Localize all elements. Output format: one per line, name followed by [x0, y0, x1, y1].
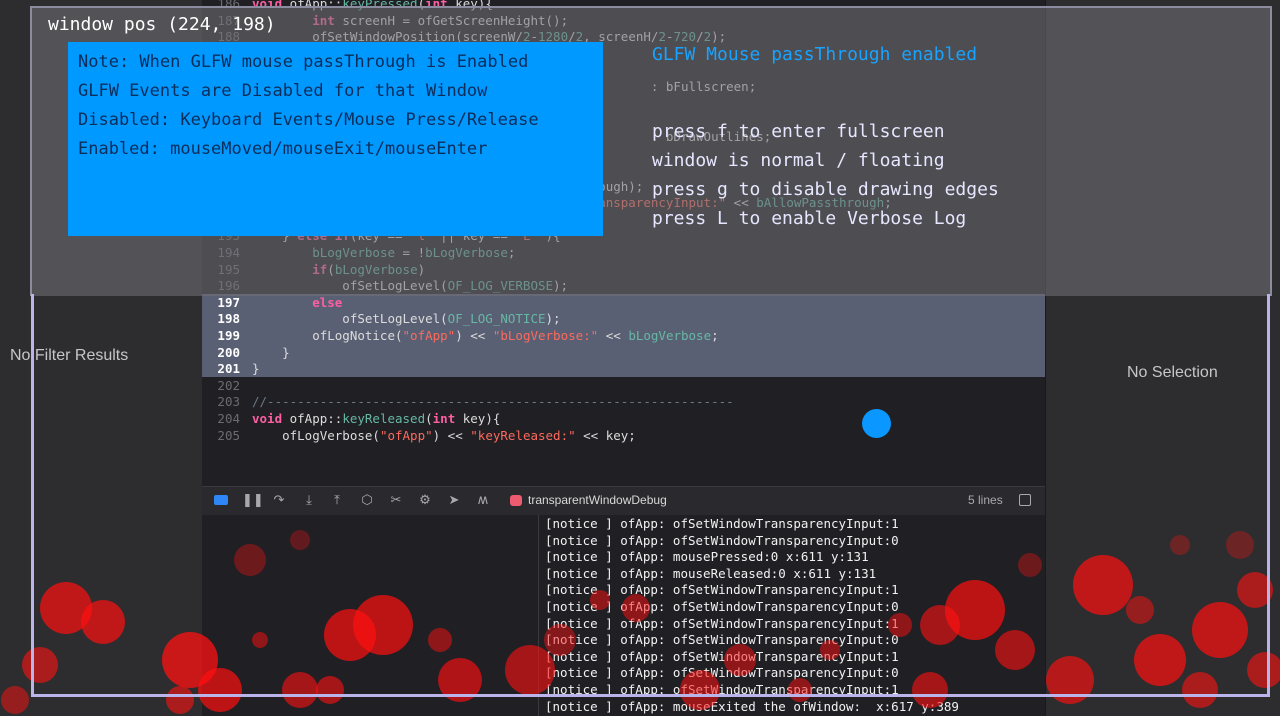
note-line: Note: When GLFW mouse passThrough is Ena… [78, 52, 529, 72]
passthrough-note-box: Note: When GLFW mouse passThrough is Ena… [68, 42, 603, 236]
help-line-fullscreen: press f to enter fullscreen [652, 121, 945, 142]
note-line: Enabled: mouseMoved/mouseExit/mouseEnter [78, 139, 488, 159]
passthrough-status-title: GLFW Mouse passThrough enabled [652, 44, 978, 65]
note-line: GLFW Events are Disabled for that Window [78, 81, 488, 101]
console-line: [notice ] ofApp: mouseExited the ofWindo… [545, 698, 959, 714]
help-line-window-mode: window is normal / floating [652, 150, 945, 171]
help-line-edges: press g to disable drawing edges [652, 179, 999, 200]
mouse-cursor-dot [862, 409, 891, 438]
window-position-readout: window pos (224, 198) [48, 14, 276, 35]
help-line-verbose: press L to enable Verbose Log [652, 208, 967, 229]
window-frame-bottom [31, 294, 1270, 697]
note-line: Disabled: Keyboard Events/Mouse Press/Re… [78, 110, 539, 130]
